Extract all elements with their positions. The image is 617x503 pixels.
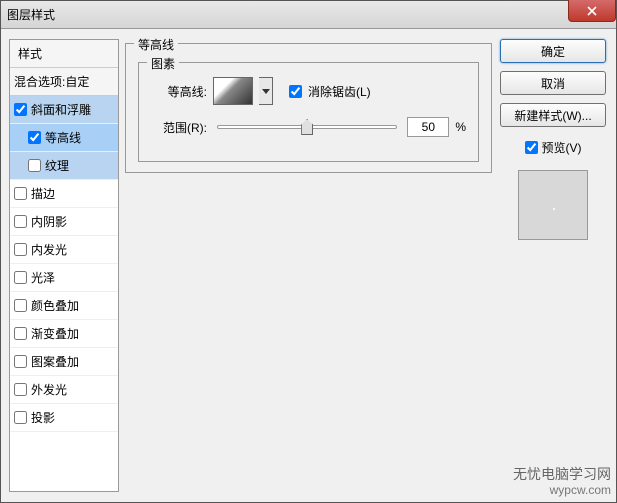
style-checkbox[interactable] xyxy=(14,411,27,424)
style-item[interactable]: 内阴影 xyxy=(10,208,118,236)
close-button[interactable] xyxy=(568,0,616,22)
style-checkbox[interactable] xyxy=(14,327,27,340)
chevron-down-icon xyxy=(262,89,270,94)
style-checkbox[interactable] xyxy=(14,187,27,200)
right-panel: 确定 取消 新建样式(W)... 预览(V) xyxy=(498,39,608,492)
window-title: 图层样式 xyxy=(7,6,55,23)
preview-checkbox[interactable] xyxy=(525,141,538,154)
style-label: 投影 xyxy=(31,409,55,426)
style-item[interactable]: 等高线 xyxy=(10,124,118,152)
range-unit: % xyxy=(455,120,466,134)
style-item[interactable]: 渐变叠加 xyxy=(10,320,118,348)
antialias-checkbox[interactable] xyxy=(289,85,302,98)
styles-header: 样式 xyxy=(10,40,118,68)
contour-label: 等高线: xyxy=(151,83,207,100)
blend-options[interactable]: 混合选项:自定 xyxy=(10,68,118,96)
style-item[interactable]: 描边 xyxy=(10,180,118,208)
style-checkbox[interactable] xyxy=(28,131,41,144)
preview-label: 预览(V) xyxy=(542,139,582,156)
style-item[interactable]: 颜色叠加 xyxy=(10,292,118,320)
style-item[interactable]: 投影 xyxy=(10,404,118,432)
styles-panel: 样式 混合选项:自定 斜面和浮雕等高线纹理描边内阴影内发光光泽颜色叠加渐变叠加图… xyxy=(9,39,119,492)
style-checkbox[interactable] xyxy=(14,103,27,116)
ok-button[interactable]: 确定 xyxy=(500,39,606,63)
preview-thumbnail xyxy=(518,170,588,240)
style-label: 等高线 xyxy=(45,129,81,146)
contour-dropdown[interactable] xyxy=(259,77,273,105)
style-item[interactable]: 图案叠加 xyxy=(10,348,118,376)
style-label: 外发光 xyxy=(31,381,67,398)
style-checkbox[interactable] xyxy=(14,271,27,284)
cancel-button[interactable]: 取消 xyxy=(500,71,606,95)
style-label: 内发光 xyxy=(31,241,67,258)
antialias-label: 消除锯齿(L) xyxy=(308,83,371,100)
style-item[interactable]: 光泽 xyxy=(10,264,118,292)
style-label: 斜面和浮雕 xyxy=(31,101,91,118)
close-icon xyxy=(587,6,597,16)
range-input[interactable] xyxy=(407,117,449,137)
slider-thumb[interactable] xyxy=(301,119,313,135)
style-item[interactable]: 内发光 xyxy=(10,236,118,264)
style-item[interactable]: 外发光 xyxy=(10,376,118,404)
style-item[interactable]: 斜面和浮雕 xyxy=(10,96,118,124)
style-label: 图案叠加 xyxy=(31,353,79,370)
range-slider[interactable] xyxy=(217,125,397,129)
range-label: 范围(R): xyxy=(151,119,207,136)
style-label: 颜色叠加 xyxy=(31,297,79,314)
contour-picker[interactable] xyxy=(213,77,253,105)
titlebar: 图层样式 xyxy=(1,1,616,29)
style-checkbox[interactable] xyxy=(14,243,27,256)
style-checkbox[interactable] xyxy=(28,159,41,172)
style-item[interactable]: 纹理 xyxy=(10,152,118,180)
new-style-button[interactable]: 新建样式(W)... xyxy=(500,103,606,127)
style-checkbox[interactable] xyxy=(14,299,27,312)
style-label: 描边 xyxy=(31,185,55,202)
style-label: 纹理 xyxy=(45,157,69,174)
group-elements-title: 图素 xyxy=(147,55,179,72)
group-contour-title: 等高线 xyxy=(134,36,178,53)
main-panel: 等高线 图素 等高线: 消除锯齿(L) 范围(R): xyxy=(125,39,492,492)
style-checkbox[interactable] xyxy=(14,215,27,228)
style-label: 渐变叠加 xyxy=(31,325,79,342)
style-checkbox[interactable] xyxy=(14,383,27,396)
style-label: 光泽 xyxy=(31,269,55,286)
style-label: 内阴影 xyxy=(31,213,67,230)
style-checkbox[interactable] xyxy=(14,355,27,368)
